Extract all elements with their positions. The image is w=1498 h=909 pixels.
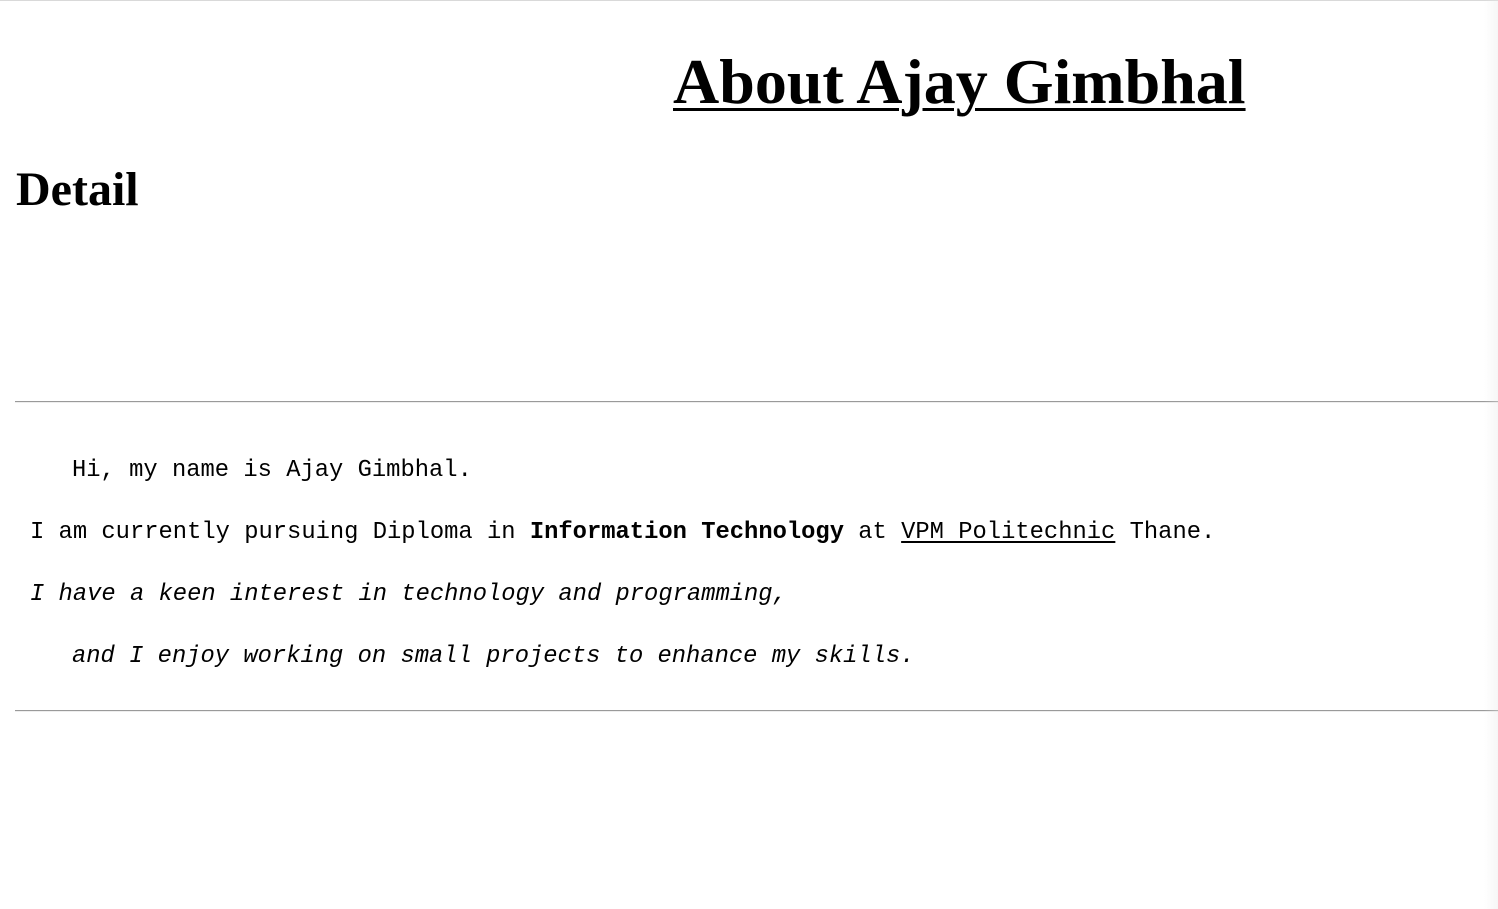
study-suffix-text: Thane.	[1115, 519, 1216, 546]
projects-text: and I enjoy working on small projects to…	[72, 643, 915, 670]
page-title: About Ajay Gimbhal	[673, 46, 1246, 117]
about-text-block: Hi, my name is Ajay Gimbhal. I am current…	[30, 440, 1470, 688]
interest-line: I have a keen interest in technology and…	[30, 581, 787, 608]
study-middle-text: at	[844, 519, 902, 546]
college-link[interactable]: VPM Politechnic	[901, 519, 1115, 546]
study-line: I am currently pursuing Diploma in Infor…	[30, 502, 1470, 564]
greeting-line: Hi, my name is Ajay Gimbhal.	[30, 440, 1470, 502]
top-border	[0, 0, 1498, 1]
projects-line: and I enjoy working on small projects to…	[30, 626, 1470, 688]
top-divider	[15, 401, 1498, 403]
section-heading: Detail	[16, 163, 139, 216]
page-edge-shadow	[1484, 0, 1498, 909]
bottom-divider	[15, 710, 1498, 712]
study-prefix-text: I am currently pursuing Diploma in	[30, 519, 530, 546]
field-of-study: Information Technology	[529, 519, 844, 546]
greeting-text: Hi, my name is Ajay Gimbhal.	[72, 457, 472, 484]
